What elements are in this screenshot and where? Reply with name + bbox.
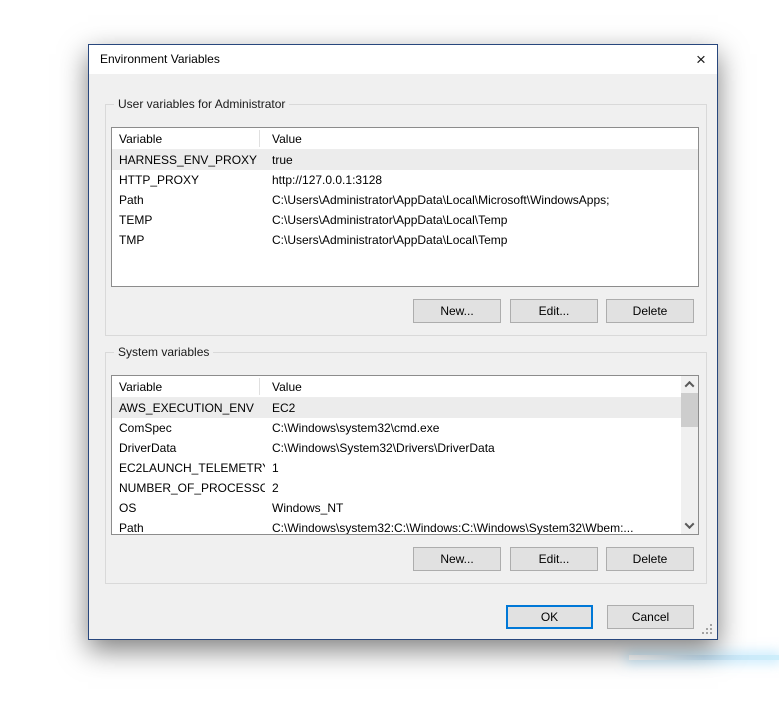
system-col-value[interactable]: Value (272, 380, 302, 394)
system-variables-table[interactable]: Variable Value AWS_EXECUTION_ENV EC2 Com… (111, 375, 699, 535)
table-row[interactable]: TEMP C:\Users\Administrator\AppData\Loca… (112, 210, 698, 230)
system-col-variable[interactable]: Variable (119, 380, 162, 394)
variable-value-cell: C:\Users\Administrator\AppData\Local\Mic… (272, 190, 696, 210)
table-row[interactable]: Path C:\Windows\system32:C:\Windows:C:\W… (112, 518, 682, 535)
variable-value-cell: EC2 (272, 398, 662, 418)
variable-value-cell: C:\Users\Administrator\AppData\Local\Tem… (272, 210, 696, 230)
variable-value-cell: C:\Windows\System32\Drivers\DriverData (272, 438, 662, 458)
column-divider[interactable] (259, 378, 260, 395)
scroll-down-icon[interactable] (681, 517, 698, 534)
variable-name-cell: EC2LAUNCH_TELEMETRY (119, 458, 265, 478)
variable-value-cell: C:\Windows\system32:C:\Windows:C:\Window… (272, 518, 662, 535)
variable-value-cell: http://127.0.0.1:3128 (272, 170, 696, 190)
variable-value-cell: true (272, 150, 696, 170)
variable-name-cell: NUMBER_OF_PROCESSORS (119, 478, 265, 498)
window-title: Environment Variables (100, 52, 220, 66)
table-row[interactable]: EC2LAUNCH_TELEMETRY 1 (112, 458, 682, 478)
column-divider[interactable] (259, 130, 260, 147)
user-new-button[interactable]: New... (413, 299, 501, 323)
table-row[interactable]: OS Windows_NT (112, 498, 682, 518)
variable-name-cell: TEMP (119, 210, 265, 230)
close-icon[interactable]: × (690, 49, 712, 70)
table-row[interactable]: NUMBER_OF_PROCESSORS 2 (112, 478, 682, 498)
table-row[interactable]: HARNESS_ENV_PROXY true (112, 150, 698, 170)
variable-value-cell: Windows_NT (272, 498, 662, 518)
environment-variables-dialog: Environment Variables × User variables f… (88, 44, 718, 640)
scroll-up-icon[interactable] (681, 376, 698, 393)
table-row[interactable]: HTTP_PROXY http://127.0.0.1:3128 (112, 170, 698, 190)
system-group-title: System variables (114, 345, 213, 359)
variable-value-cell: C:\Users\Administrator\AppData\Local\Tem… (272, 230, 696, 250)
table-row[interactable]: ComSpec C:\Windows\system32\cmd.exe (112, 418, 682, 438)
variable-value-cell: 1 (272, 458, 662, 478)
wallpaper-glow (629, 655, 779, 660)
variable-name-cell: OS (119, 498, 265, 518)
table-row[interactable]: TMP C:\Users\Administrator\AppData\Local… (112, 230, 698, 250)
user-group-title: User variables for Administrator (114, 97, 289, 111)
user-variables-table[interactable]: Variable Value HARNESS_ENV_PROXY true HT… (111, 127, 699, 287)
table-row[interactable]: Path C:\Users\Administrator\AppData\Loca… (112, 190, 698, 210)
variable-name-cell: Path (119, 190, 265, 210)
variable-name-cell: TMP (119, 230, 265, 250)
scrollbar-thumb[interactable] (681, 393, 698, 427)
user-col-variable[interactable]: Variable (119, 132, 162, 146)
ok-button[interactable]: OK (506, 605, 593, 629)
system-delete-button[interactable]: Delete (606, 547, 694, 571)
user-table-header: Variable Value (112, 128, 698, 150)
table-row[interactable]: DriverData C:\Windows\System32\Drivers\D… (112, 438, 682, 458)
title-bar[interactable]: Environment Variables × (89, 45, 717, 74)
user-col-value[interactable]: Value (272, 132, 302, 146)
variable-value-cell: C:\Windows\system32\cmd.exe (272, 418, 662, 438)
system-table-header: Variable Value (112, 376, 682, 398)
variable-name-cell: Path (119, 518, 265, 535)
vertical-scrollbar[interactable] (681, 376, 698, 534)
user-delete-button[interactable]: Delete (606, 299, 694, 323)
variable-name-cell: HTTP_PROXY (119, 170, 265, 190)
cancel-button[interactable]: Cancel (607, 605, 694, 629)
variable-name-cell: HARNESS_ENV_PROXY (119, 150, 265, 170)
variable-name-cell: DriverData (119, 438, 265, 458)
user-edit-button[interactable]: Edit... (510, 299, 598, 323)
system-edit-button[interactable]: Edit... (510, 547, 598, 571)
table-row[interactable]: AWS_EXECUTION_ENV EC2 (112, 398, 682, 418)
system-new-button[interactable]: New... (413, 547, 501, 571)
variable-name-cell: AWS_EXECUTION_ENV (119, 398, 265, 418)
variable-value-cell: 2 (272, 478, 662, 498)
resize-grip[interactable] (702, 632, 704, 634)
variable-name-cell: ComSpec (119, 418, 265, 438)
